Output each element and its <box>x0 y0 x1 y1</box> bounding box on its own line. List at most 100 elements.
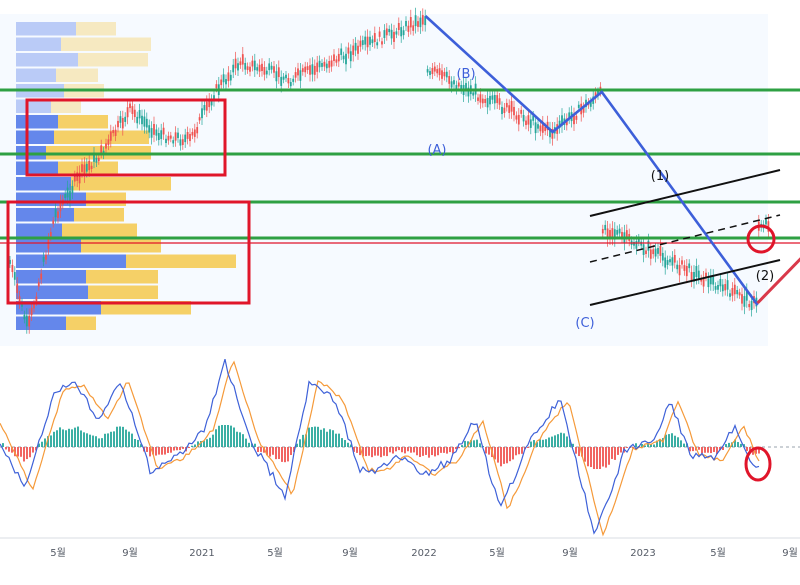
candle-body <box>239 61 242 66</box>
histogram-bar <box>89 434 91 447</box>
candle-body <box>268 63 271 71</box>
histogram-bar <box>272 447 274 455</box>
histogram-bar <box>125 429 127 447</box>
candle-body <box>472 92 475 96</box>
candle-body <box>186 132 189 139</box>
candle-body <box>162 127 165 135</box>
histogram-bar <box>422 447 424 456</box>
candle-body <box>354 42 357 51</box>
candle-body <box>342 55 345 60</box>
candle-body <box>481 98 484 104</box>
candle-body <box>285 74 287 79</box>
histogram-bar <box>176 447 178 451</box>
candle-body <box>261 63 263 72</box>
histogram-bar <box>473 440 475 447</box>
histogram-bar <box>68 428 70 447</box>
profile-bar-blue <box>16 68 56 82</box>
histogram-bar <box>611 447 613 459</box>
candle-body <box>489 95 491 105</box>
candle-body <box>397 22 400 31</box>
candle-body <box>244 62 247 70</box>
profile-bar-blue <box>16 22 76 36</box>
candle-body <box>47 239 50 249</box>
candle-body <box>371 39 374 44</box>
candle-body <box>529 119 532 128</box>
histogram-bar <box>155 447 157 456</box>
candle-body <box>479 94 482 103</box>
candle-body <box>666 260 669 265</box>
profile-bar-yellow <box>76 22 116 36</box>
profile-bar-yellow <box>61 37 151 51</box>
histogram-bar <box>344 440 346 447</box>
candle-body <box>253 60 256 71</box>
histogram-bar <box>518 447 520 455</box>
candle-body <box>301 68 304 72</box>
histogram-bar <box>521 447 523 454</box>
histogram-bar <box>704 447 706 453</box>
candle-body <box>486 97 489 108</box>
profile-bar-blue <box>16 254 126 268</box>
histogram-bar <box>320 429 322 447</box>
histogram-bar <box>194 444 196 447</box>
candle-body <box>292 78 295 82</box>
candle-body <box>359 40 362 47</box>
candle-body <box>438 68 441 76</box>
profile-bar-yellow <box>78 53 148 67</box>
histogram-bar <box>677 437 679 447</box>
histogram-bar <box>443 447 445 453</box>
candle-body <box>229 74 232 81</box>
histogram-bar <box>476 439 478 447</box>
histogram-bar <box>101 438 103 447</box>
candle-body <box>157 132 160 141</box>
candle-body <box>654 248 657 257</box>
candle-body <box>436 69 439 74</box>
candle-body <box>64 194 67 199</box>
histogram-bar <box>545 439 547 447</box>
candle-body <box>724 284 727 291</box>
histogram-bar <box>218 425 220 447</box>
histogram-bar <box>608 447 610 465</box>
candle-body <box>71 185 74 194</box>
candle-body <box>537 124 539 129</box>
candle-body <box>138 110 141 119</box>
histogram-bar <box>701 447 703 454</box>
histogram-bar <box>380 447 382 458</box>
histogram-bar <box>311 427 313 447</box>
candle-body <box>661 252 664 261</box>
histogram-bar <box>410 447 412 453</box>
candle-body <box>417 21 419 27</box>
x-tick-label: 9월 <box>782 547 798 559</box>
candle-body <box>167 135 170 141</box>
histogram-bar <box>188 447 190 448</box>
histogram-bar <box>50 435 52 447</box>
candle-body <box>441 70 443 79</box>
candle-body <box>697 270 700 279</box>
histogram-bar <box>710 447 712 454</box>
candle-body <box>227 72 230 82</box>
candle-body <box>177 132 179 139</box>
candle-body <box>30 307 33 316</box>
histogram-bar <box>242 434 244 447</box>
histogram-bar <box>92 435 94 447</box>
x-tick-label: 9월 <box>562 547 578 559</box>
candle-body <box>37 282 40 287</box>
candle-body <box>258 64 261 72</box>
candle-body <box>340 48 343 55</box>
histogram-bar <box>236 431 238 447</box>
candle-body <box>575 115 578 120</box>
candle-body <box>275 71 278 82</box>
profile-bar-yellow <box>71 177 171 191</box>
candle-body <box>525 120 527 126</box>
histogram-bar <box>71 429 73 447</box>
candle-body <box>616 229 619 235</box>
histogram-bar <box>740 443 742 447</box>
x-tick-label: 2021 <box>189 548 214 559</box>
candle-body <box>105 143 107 149</box>
histogram-bar <box>383 447 385 456</box>
candle-body <box>11 264 14 273</box>
histogram-bar <box>32 447 34 453</box>
candle-body <box>657 248 659 254</box>
candle-body <box>316 62 319 72</box>
candle-body <box>645 250 647 255</box>
histogram-bar <box>191 445 193 447</box>
